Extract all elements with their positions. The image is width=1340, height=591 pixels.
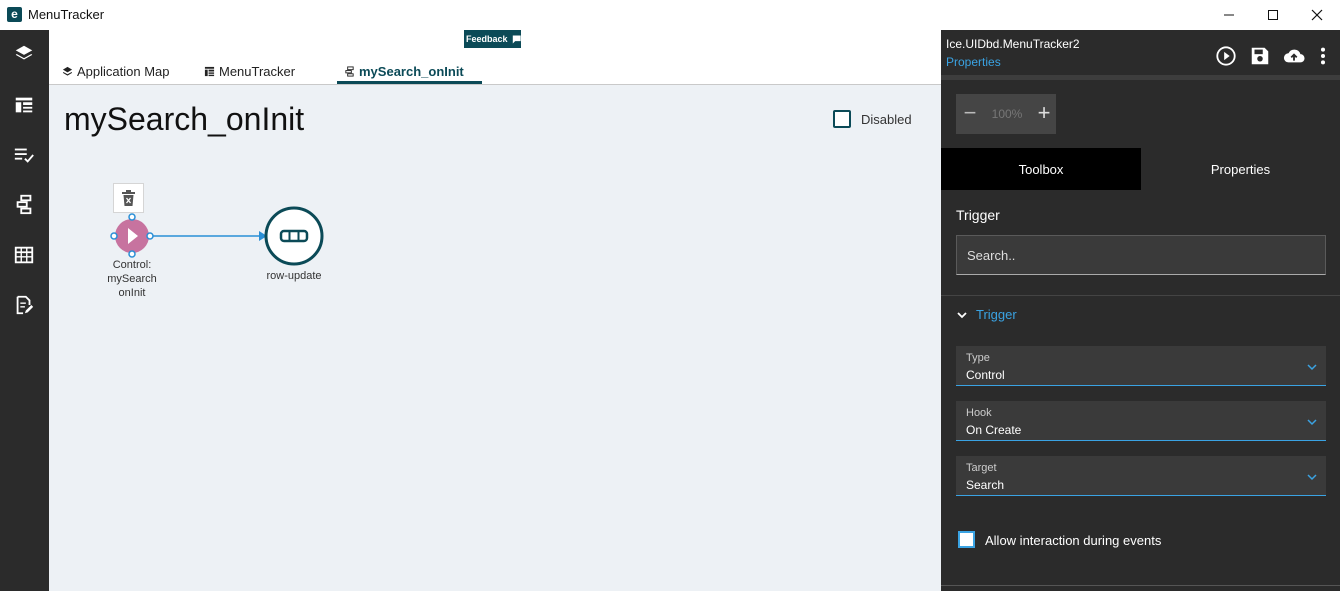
trigger-node-label: Control: mySearch onInit: [97, 258, 167, 300]
minimize-button[interactable]: [1206, 0, 1252, 30]
action-node[interactable]: [264, 206, 324, 266]
checklist-icon: [14, 148, 34, 163]
nav-item-checklist[interactable]: [12, 143, 36, 167]
panel-header: Ice.UIDbd.MenuTracker2 Properties: [941, 30, 1340, 80]
trash-icon: [122, 190, 135, 206]
close-icon: [1311, 9, 1323, 21]
layout-icon: [15, 97, 33, 113]
divider: [941, 295, 1340, 296]
search-input[interactable]: [956, 235, 1326, 275]
play-circle-icon: [1216, 46, 1236, 66]
tab-application-map[interactable]: Application Map: [62, 58, 170, 84]
object-name: Ice.UIDbd.MenuTracker2: [946, 37, 1080, 51]
tab-label: Application Map: [77, 63, 170, 79]
trigger-group-toggle[interactable]: Trigger: [956, 307, 1017, 322]
cloud-upload-icon: [1283, 49, 1305, 63]
action-node-label: row-update: [254, 269, 334, 283]
node-handle-right[interactable]: [146, 232, 154, 240]
tab-properties[interactable]: Properties: [1141, 148, 1340, 190]
flow-icon: [16, 194, 32, 215]
form-edit-icon: [16, 295, 34, 315]
table-icon: [14, 246, 34, 264]
app-logo: e: [7, 7, 22, 22]
active-tab-indicator: [337, 81, 482, 84]
nav-item-flow[interactable]: [12, 192, 36, 216]
close-button[interactable]: [1294, 0, 1340, 30]
tab-bar: Feedback Application Map MenuTracker myS…: [49, 30, 941, 85]
trigger-label-line: Control:: [112, 259, 152, 271]
hook-dropdown[interactable]: Hook On Create: [956, 401, 1326, 441]
hook-label: Hook: [966, 407, 992, 419]
layers-icon: [15, 45, 33, 60]
tab-menutracker[interactable]: MenuTracker: [204, 58, 295, 84]
feedback-button[interactable]: Feedback: [464, 30, 521, 48]
trigger-label-line: mySearch: [107, 273, 157, 285]
flow-diagram: [110, 206, 324, 266]
maximize-button[interactable]: [1250, 0, 1296, 30]
zoom-out-button[interactable]: −: [960, 102, 980, 126]
trigger-section-label: Trigger: [956, 207, 1000, 223]
nav-item-table[interactable]: [12, 243, 36, 267]
chevron-down-icon: [1307, 419, 1317, 426]
chevron-down-icon: [1307, 364, 1317, 371]
maximize-icon: [1268, 10, 1278, 20]
trigger-label-line: onInit: [118, 287, 146, 299]
layers-icon: [62, 66, 73, 76]
left-nav: [0, 30, 49, 591]
save-button[interactable]: [1248, 44, 1272, 68]
nav-item-application-map[interactable]: [12, 42, 36, 66]
zoom-level: 100%: [991, 107, 1023, 121]
tab-toolbox[interactable]: Toolbox: [941, 148, 1141, 190]
target-label: Target: [966, 462, 997, 474]
divider: [941, 585, 1340, 586]
run-button[interactable]: [1214, 44, 1238, 68]
save-icon: [1251, 47, 1269, 65]
node-handle-bottom[interactable]: [128, 250, 136, 258]
layout-icon: [204, 66, 215, 76]
chevron-down-icon: [1307, 474, 1317, 481]
nav-item-layout[interactable]: [12, 93, 36, 117]
publish-button[interactable]: [1282, 44, 1306, 68]
delete-node-button[interactable]: [113, 183, 144, 213]
action-label-line: row-update: [266, 270, 322, 282]
type-value: Control: [966, 368, 1005, 382]
flow-icon: [345, 65, 354, 77]
node-handle-left[interactable]: [110, 232, 118, 240]
feedback-label: Feedback: [466, 34, 508, 44]
more-options-button[interactable]: [1312, 44, 1334, 68]
target-dropdown[interactable]: Target Search: [956, 456, 1326, 496]
type-dropdown[interactable]: Type Control: [956, 346, 1326, 386]
trigger-group-label: Trigger: [976, 307, 1017, 322]
target-value: Search: [966, 478, 1005, 492]
title-bar: e MenuTracker: [0, 0, 1340, 30]
zoom-control: − 100% +: [956, 94, 1056, 134]
node-handle-top[interactable]: [128, 213, 136, 221]
properties-panel: Ice.UIDbd.MenuTracker2 Properties − 100%…: [941, 30, 1340, 591]
more-vertical-icon: [1320, 47, 1326, 65]
zoom-in-button[interactable]: +: [1034, 102, 1054, 126]
flow-canvas[interactable]: mySearch_onInit Disabled Control: mySear…: [49, 85, 941, 591]
type-label: Type: [966, 352, 990, 364]
tab-label: mySearch_onInit: [359, 63, 464, 79]
chevron-down-icon: [957, 311, 967, 318]
allow-interaction-label: Allow interaction during events: [985, 533, 1162, 548]
tab-label: MenuTracker: [219, 63, 296, 79]
minimize-icon: [1224, 14, 1234, 16]
window-title: MenuTracker: [28, 7, 105, 22]
nav-item-form-edit[interactable]: [12, 293, 36, 317]
allow-interaction-checkbox[interactable]: [958, 531, 975, 548]
hook-value: On Create: [966, 423, 1022, 437]
properties-link[interactable]: Properties: [946, 55, 1001, 69]
chat-icon: [512, 35, 521, 43]
